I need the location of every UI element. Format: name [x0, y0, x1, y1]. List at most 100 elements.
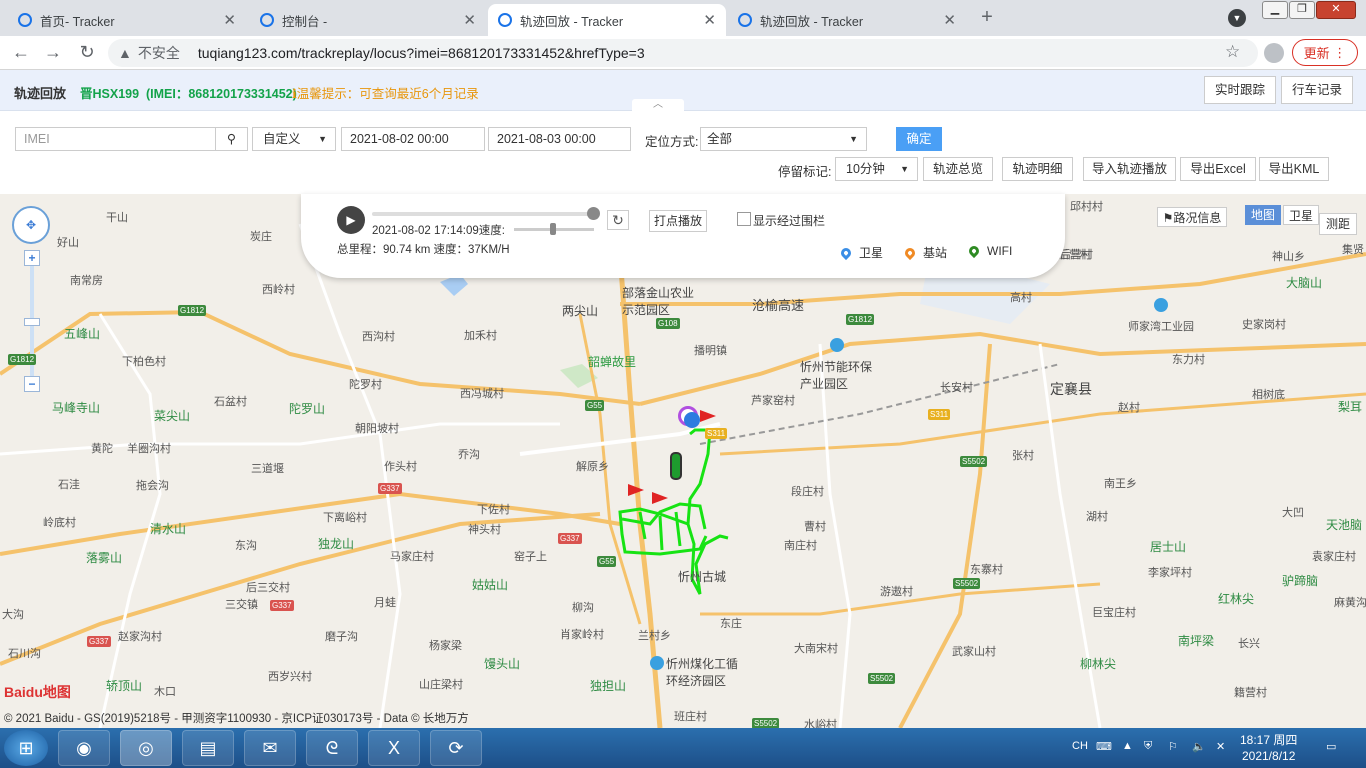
close-tab-icon[interactable]: ✕	[943, 11, 956, 29]
update-button[interactable]: 更新 ⋮	[1292, 39, 1358, 66]
url-text: tuqiang123.com/trackreplay/locus?imei=86…	[197, 45, 645, 61]
close-tab-icon[interactable]: ✕	[223, 11, 236, 29]
track-overview-button[interactable]: 轨迹总览	[923, 157, 993, 181]
close-tab-icon[interactable]: ✕	[463, 11, 476, 29]
tray-expand-icon[interactable]: ▲	[1122, 740, 1133, 752]
map-label: 菜尖山	[154, 409, 191, 423]
map-pan-control[interactable]: ✥	[12, 206, 50, 244]
imei-input[interactable]: IMEI	[15, 127, 216, 151]
app-red-icon[interactable]: ᘓ	[306, 730, 358, 766]
tab-console[interactable]: 控制台 - ✕	[250, 4, 486, 36]
keyboard-icon[interactable]: ⌨	[1096, 740, 1112, 753]
app-media-icon[interactable]: ◉	[58, 730, 110, 766]
tab-trackreplay-active[interactable]: 轨迹回放 - Tracker ✕	[488, 4, 726, 36]
address-bar: ← → ↻ ▲ 不安全 tuqiang123.com/trackreplay/l…	[0, 36, 1366, 70]
excel-icon[interactable]: X	[368, 730, 420, 766]
replay-icon[interactable]: ↻	[607, 210, 629, 230]
file-explorer-icon[interactable]: ▤	[182, 730, 234, 766]
road-shield: G108	[656, 318, 680, 329]
zoom-in-button[interactable]: +	[24, 250, 40, 266]
stop-flag-icon[interactable]	[628, 484, 644, 496]
new-tab-button[interactable]: +	[974, 6, 1000, 30]
satellite-pin-icon	[838, 245, 854, 260]
speed-handle[interactable]	[550, 223, 556, 235]
map-label: 赵村	[1118, 402, 1140, 414]
road-shield: G337	[270, 600, 294, 611]
reload-icon[interactable]: ↻	[76, 42, 98, 63]
wechat-icon[interactable]: ✉	[244, 730, 296, 766]
end-marker-icon[interactable]	[684, 412, 700, 428]
import-track-button[interactable]: 导入轨迹播放	[1083, 157, 1176, 181]
map-label: 干山	[106, 212, 128, 224]
map-label: 韶蝉故里	[588, 355, 637, 369]
close-tab-icon[interactable]: ✕	[703, 11, 716, 29]
map-label: 忻州煤化工循环经济园区	[666, 657, 739, 688]
zoom-out-button[interactable]: −	[24, 376, 40, 392]
export-excel-button[interactable]: 导出Excel	[1180, 157, 1256, 181]
confirm-button[interactable]: 确定	[896, 127, 942, 151]
action-icon[interactable]: ✕	[1216, 740, 1225, 753]
volume-icon[interactable]: 🔈	[1192, 740, 1206, 753]
progress-handle[interactable]	[587, 207, 600, 220]
minimize-button[interactable]: ▁	[1262, 1, 1288, 19]
map-label: 大南宋村	[794, 643, 838, 655]
map-label: 班庄村	[674, 711, 707, 723]
map-label: 三交镇	[225, 599, 258, 611]
map-label: 神头村	[468, 524, 501, 536]
export-kml-button[interactable]: 导出KML	[1259, 157, 1329, 181]
show-fence-checkbox[interactable]	[737, 212, 751, 226]
tab-home[interactable]: 首页- Tracker ✕	[8, 4, 246, 36]
road-shield: S5502	[752, 718, 780, 728]
end-time-input[interactable]: 2021-08-03 00:00	[488, 127, 631, 151]
zoom-slider-handle[interactable]	[24, 318, 40, 326]
start-button[interactable]: ⊞	[4, 730, 48, 766]
system-clock[interactable]: 18:17 周四 2021/8/12	[1240, 732, 1297, 764]
url-field[interactable]: ▲ 不安全 tuqiang123.com/trackreplay/locus?i…	[108, 39, 1258, 67]
map-label: 柳沟	[572, 602, 594, 614]
base-station-pin-icon	[902, 245, 918, 260]
bookmark-star-icon[interactable]: ☆	[1225, 42, 1240, 62]
track-detail-button[interactable]: 轨迹明细	[1002, 157, 1073, 181]
tab-search-icon[interactable]: ▼	[1228, 9, 1246, 27]
restore-button[interactable]: ❐	[1289, 1, 1315, 19]
road-shield: S5502	[953, 578, 981, 589]
vehicle-car-icon[interactable]	[670, 452, 682, 480]
map-label: 播明镇	[694, 345, 727, 357]
language-indicator[interactable]: CH	[1072, 740, 1088, 752]
driving-record-button[interactable]: 行车记录	[1281, 76, 1354, 104]
satellite-type-button[interactable]: 卫星	[1283, 205, 1319, 225]
map-label: 长兴	[1238, 638, 1260, 650]
profile-avatar[interactable]	[1264, 43, 1284, 63]
play-icon[interactable]: ▶	[337, 206, 365, 234]
map-label: 黄陀	[91, 443, 113, 455]
traffic-info-button[interactable]: ⚑路况信息	[1157, 207, 1227, 227]
tab-trackreplay-2[interactable]: 轨迹回放 - Tracker ✕	[728, 4, 966, 36]
realtime-tracking-button[interactable]: 实时跟踪	[1204, 76, 1277, 104]
measure-button[interactable]: 测距	[1319, 213, 1357, 235]
map-label: 月蛙	[374, 597, 396, 609]
search-icon[interactable]: ⚲	[215, 127, 248, 151]
notification-icon[interactable]: ▭	[1326, 740, 1336, 753]
network-icon[interactable]: ⚐	[1168, 740, 1178, 753]
dot-play-button[interactable]: 打点播放	[649, 210, 707, 232]
stop-flag-icon[interactable]	[700, 410, 716, 422]
traffic-label: 路况信息	[1173, 211, 1222, 225]
stop-mark-select[interactable]: 10分钟 ▼	[835, 157, 918, 181]
forward-icon[interactable]: →	[42, 42, 64, 63]
back-icon[interactable]: ←	[10, 42, 32, 63]
stop-flag-icon[interactable]	[652, 492, 668, 504]
app-green-icon[interactable]: ⟳	[430, 730, 482, 766]
map-label: 武家山村	[952, 646, 996, 658]
locate-mode-select[interactable]: 全部 ▼	[700, 127, 867, 151]
time-range-select[interactable]: 自定义 ▼	[252, 127, 336, 151]
security-shield-icon[interactable]: ⛨	[1144, 740, 1152, 753]
map-type-button[interactable]: 地图	[1245, 205, 1281, 225]
progress-slider[interactable]	[372, 207, 600, 220]
window-close-button[interactable]: ✕	[1316, 1, 1356, 19]
map-label: 独龙山	[318, 537, 355, 551]
chrome-icon[interactable]: ◎	[120, 730, 172, 766]
speed-slider[interactable]	[514, 223, 594, 235]
start-time-input[interactable]: 2021-08-02 00:00	[341, 127, 485, 151]
map-label: 兰村乡	[638, 630, 671, 642]
vehicle-plate: 晋HSX199	[80, 87, 140, 101]
